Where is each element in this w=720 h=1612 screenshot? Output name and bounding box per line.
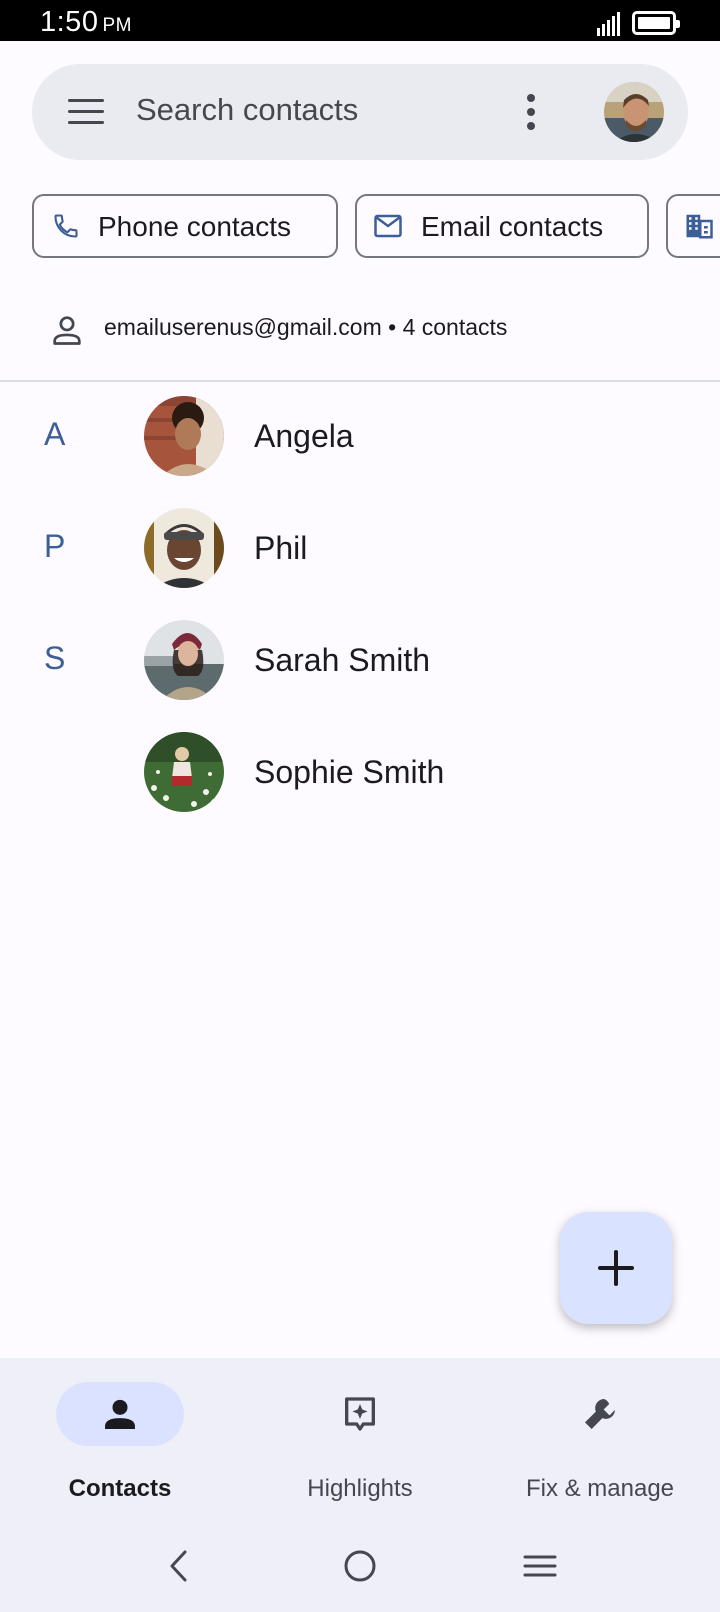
bottom-nav: Contacts Highlights Fix & manage (0, 1358, 720, 1518)
account-avatar[interactable] (604, 82, 664, 142)
contact-name: Phil (254, 530, 308, 566)
battery-icon (632, 11, 680, 35)
nav-item-contacts[interactable]: Contacts (0, 1358, 240, 1518)
status-bar: 1:50 PM (0, 0, 720, 41)
status-time: 1:50 PM (40, 6, 132, 39)
nav-label-fix-manage: Fix & manage (525, 1475, 675, 1502)
menu-icon[interactable] (68, 99, 104, 125)
contact-name: Sophie Smith (254, 754, 445, 790)
signal-icon (597, 12, 623, 36)
sparkle-icon (345, 1397, 375, 1431)
account-row: emailuserenus@gmail.com • 4 contacts (0, 290, 720, 380)
contact-row-phil[interactable]: Phil (0, 498, 720, 598)
divider (0, 380, 720, 382)
email-contacts-label: Email contacts (421, 211, 604, 242)
mail-icon (374, 214, 402, 238)
phone-contacts-label: Phone contacts (98, 211, 292, 242)
contact-row-sarah-smith[interactable]: Sarah Smith (0, 610, 720, 710)
search-input[interactable]: Search contacts (136, 92, 358, 128)
contact-row-sophie-smith[interactable]: Sophie Smith (0, 722, 720, 822)
recents-icon[interactable] (518, 1544, 562, 1588)
status-time-value: 1:50 (40, 6, 99, 38)
account-separator: • (388, 314, 397, 340)
nav-item-fix-manage[interactable]: Fix & manage (480, 1358, 720, 1518)
home-icon[interactable] (338, 1544, 382, 1588)
contact-avatar (144, 732, 224, 812)
contact-avatar (144, 620, 224, 700)
more-options-icon[interactable] (526, 94, 536, 130)
account-summary: emailuserenus@gmail.com • 4 contacts (104, 314, 507, 341)
add-contact-button[interactable] (560, 1212, 672, 1324)
person-icon (105, 1399, 135, 1429)
person-outline-icon (53, 316, 81, 345)
business-contacts-chip[interactable] (666, 194, 720, 258)
nav-label-highlights: Highlights (307, 1475, 413, 1502)
system-nav-bar (0, 1518, 720, 1612)
business-icon (686, 214, 713, 239)
email-contacts-chip[interactable]: Email contacts (355, 194, 649, 258)
nav-label-contacts: Contacts (68, 1475, 172, 1502)
nav-item-highlights[interactable]: Highlights (240, 1358, 480, 1518)
account-email: emailuserenus@gmail.com (104, 314, 382, 340)
contact-avatar (144, 508, 224, 588)
status-time-ampm: PM (102, 15, 132, 36)
phone-icon (54, 214, 78, 238)
plus-icon (598, 1250, 634, 1286)
back-icon[interactable] (158, 1544, 202, 1588)
contact-avatar (144, 396, 224, 476)
search-bar[interactable]: Search contacts (32, 64, 688, 160)
contact-name: Sarah Smith (254, 642, 431, 678)
contact-row-angela[interactable]: Angela (0, 386, 720, 486)
account-contact-count: 4 contacts (402, 314, 508, 340)
contact-name: Angela (254, 418, 354, 454)
phone-contacts-chip[interactable]: Phone contacts (32, 194, 338, 258)
wrench-icon (585, 1399, 615, 1429)
